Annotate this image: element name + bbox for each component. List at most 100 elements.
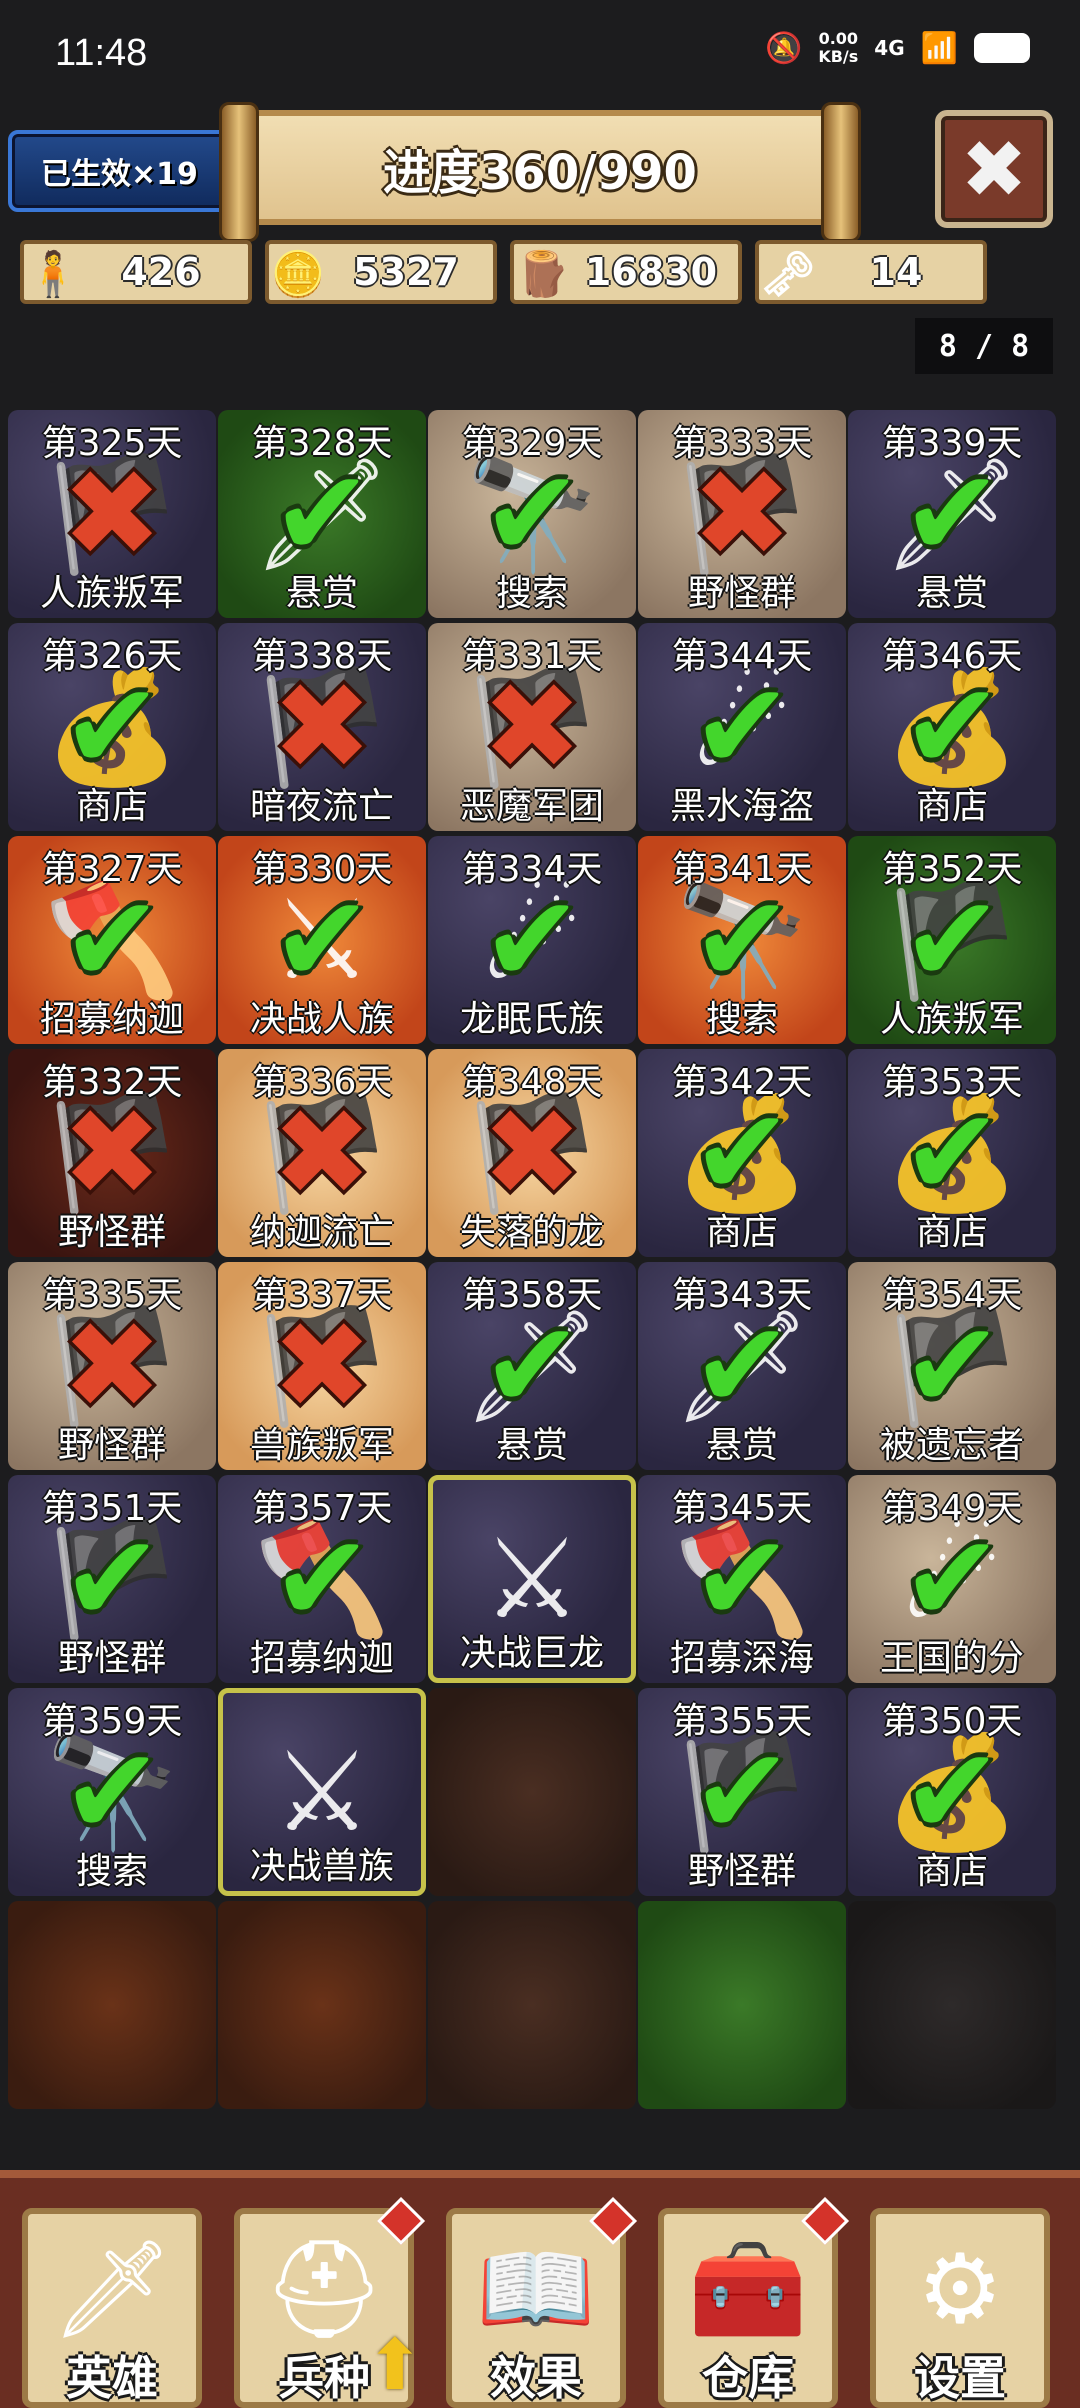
event-day: 第335天 (41, 1275, 183, 1316)
close-button[interactable]: ✖ (935, 110, 1053, 228)
resource-wood: 🪵 16830 (510, 240, 742, 304)
resource-bar: 🧍 426 🪙 5327 🪵 16830 🗝 14 (20, 240, 1000, 312)
event-tile[interactable]: 🏴 ✔ 第352天 人族叛军 (848, 836, 1056, 1044)
event-tile[interactable]: 🪓 ✔ 第327天 招募纳迦 (8, 836, 216, 1044)
event-tile[interactable]: 🏴 ✖ 第348天 失落的龙 (428, 1049, 636, 1257)
event-tile[interactable]: 🏴 ✖ 第335天 野怪群 (8, 1262, 216, 1470)
event-label: 兽族叛军 (249, 1425, 394, 1466)
event-tile[interactable]: 💰 ✔ 第342天 商店 (638, 1049, 846, 1257)
event-label: 决战人族 (249, 999, 394, 1040)
nav-button-3[interactable]: 🧰 仓库 (658, 2196, 850, 2408)
event-tile[interactable]: 🗡 ✔ 第343天 悬赏 (638, 1262, 846, 1470)
treasure-chest-icon: 🧰 (688, 2232, 808, 2345)
event-tile[interactable]: 💰 ✔ 第326天 商店 (8, 623, 216, 831)
network-speed: 0.00 KB/s (818, 30, 858, 66)
event-tile[interactable]: 🪓 ✔ 第357天 招募纳迦 (218, 1475, 426, 1683)
nav-button-4[interactable]: ⚙ 设置 (870, 2208, 1050, 2408)
network-speed-value: 0.00 (818, 29, 859, 48)
bottom-nav: 🗡 英雄 ⛑ 兵种 ⬆ 📖 效果 🧰 仓库 ⚙ 设置 (0, 2170, 1080, 2408)
event-tile[interactable]: 🔭 ✔ 第359天 搜索 (8, 1688, 216, 1896)
resource-value: 16830 (584, 250, 718, 294)
nav-label: 仓库 (702, 2351, 794, 2405)
empty-tile (848, 1901, 1056, 2109)
empty-tile (428, 1901, 636, 2109)
nav-button-1[interactable]: ⛑ 兵种 ⬆ (234, 2196, 426, 2408)
event-tile[interactable]: 🏴 ✖ 第336天 纳迦流亡 (218, 1049, 426, 1257)
event-tile[interactable]: ☄ ✔ 第349天 王国的分 (848, 1475, 1056, 1683)
event-day: 第327天 (41, 849, 183, 890)
event-tile[interactable]: 🏴 ✖ 第338天 暗夜流亡 (218, 623, 426, 831)
event-day: 第346天 (881, 636, 1023, 677)
event-day: 第336天 (251, 1062, 393, 1103)
event-tile[interactable]: ⚔ ✔ 第330天 决战人族 (218, 836, 426, 1044)
empty-tile (428, 1688, 636, 1896)
resource-keys: 🗝 14 (755, 240, 987, 304)
event-day: 第326天 (41, 636, 183, 677)
empty-tile (8, 1901, 216, 2109)
event-label: 纳迦流亡 (249, 1212, 394, 1253)
event-day: 第333天 (671, 423, 813, 464)
event-tile[interactable]: 🔭 ✔ 第341天 搜索 (638, 836, 846, 1044)
empty-tile (638, 1901, 846, 2109)
event-label: 商店 (705, 1212, 778, 1253)
nav-button-2[interactable]: 📖 效果 (446, 2196, 638, 2408)
event-tile[interactable]: 💰 ✔ 第353天 商店 (848, 1049, 1056, 1257)
event-day: 第349天 (881, 1488, 1023, 1529)
event-tile[interactable]: 🏴 ✔ 第354天 被遗忘者 (848, 1262, 1056, 1470)
active-effects-badge[interactable]: 已生效×19 (8, 130, 231, 212)
event-day: 第331天 (461, 636, 603, 677)
key-icon: 🗝 (760, 249, 816, 300)
event-tile[interactable]: 💰 ✔ 第350天 商店 (848, 1688, 1056, 1896)
event-label: 搜索 (705, 999, 778, 1040)
spellbook-icon: 📖 (476, 2232, 596, 2345)
mute-bell-icon: 🔕 (764, 30, 803, 66)
event-tile[interactable]: 🏴 ✔ 第351天 野怪群 (8, 1475, 216, 1683)
event-label: 野怪群 (57, 1425, 166, 1466)
nav-label: 设置 (914, 2351, 1006, 2405)
gold-coins-icon: 🪙 (270, 249, 326, 300)
event-tile[interactable]: 🏴 ✖ 第325天 人族叛军 (8, 410, 216, 618)
event-tile[interactable]: 🏴 ✖ 第332天 野怪群 (8, 1049, 216, 1257)
event-label: 人族叛军 (39, 573, 184, 614)
event-tile[interactable]: ⚔ 决战兽族 (218, 1688, 426, 1896)
event-tile[interactable]: 🏴 ✖ 第333天 野怪群 (638, 410, 846, 618)
event-label: 悬赏 (495, 1425, 568, 1466)
resource-value: 426 (121, 250, 201, 294)
event-label: 招募深海 (669, 1638, 814, 1679)
resource-population: 🧍 426 (20, 240, 252, 304)
active-effects-text: 已生效×19 (41, 157, 198, 192)
resource-value: 14 (869, 250, 923, 294)
event-day: 第330天 (251, 849, 393, 890)
event-day: 第337天 (251, 1275, 393, 1316)
event-day: 第357天 (251, 1488, 393, 1529)
status-bar: 11:48 🔕 0.00 KB/s 4G 📶 (0, 0, 1080, 110)
network-speed-unit: KB/s (818, 47, 859, 66)
event-label: 人族叛军 (879, 999, 1024, 1040)
event-label: 决战兽族 (249, 1846, 394, 1887)
nav-button-0[interactable]: 🗡 英雄 (22, 2208, 202, 2408)
event-tile[interactable]: 🏴 ✖ 第331天 恶魔军团 (428, 623, 636, 831)
event-tile[interactable]: 🪓 ✔ 第345天 招募深海 (638, 1475, 846, 1683)
event-tile[interactable]: 🏴 ✖ 第337天 兽族叛军 (218, 1262, 426, 1470)
event-day: 第325天 (41, 423, 183, 464)
event-tile[interactable]: 🗡 ✔ 第358天 悬赏 (428, 1262, 636, 1470)
gear-icon: ⚙ (916, 2233, 1004, 2345)
event-tile[interactable]: 🏴 ✔ 第355天 野怪群 (638, 1688, 846, 1896)
event-tile[interactable]: 💰 ✔ 第346天 商店 (848, 623, 1056, 831)
event-label: 搜索 (495, 573, 568, 614)
event-day: 第351天 (41, 1488, 183, 1529)
event-label: 野怪群 (687, 573, 796, 614)
event-day: 第329天 (461, 423, 603, 464)
event-tile[interactable]: ☄ ✔ 第344天 黑水海盗 (638, 623, 846, 831)
event-label: 悬赏 (705, 1425, 778, 1466)
event-day: 第339天 (881, 423, 1023, 464)
event-label: 王国的分 (879, 1638, 1024, 1679)
event-tile[interactable]: 🗡 ✔ 第328天 悬赏 (218, 410, 426, 618)
event-label: 商店 (915, 786, 988, 827)
event-tile[interactable]: 🗡 ✔ 第339天 悬赏 (848, 410, 1056, 618)
event-tile[interactable]: ☄ ✔ 第334天 龙眠氏族 (428, 836, 636, 1044)
event-tile[interactable]: 🔭 ✔ 第329天 搜索 (428, 410, 636, 618)
event-tile[interactable]: ⚔ 决战巨龙 (428, 1475, 636, 1683)
resource-value: 5327 (353, 250, 459, 294)
event-day: 第345天 (671, 1488, 813, 1529)
